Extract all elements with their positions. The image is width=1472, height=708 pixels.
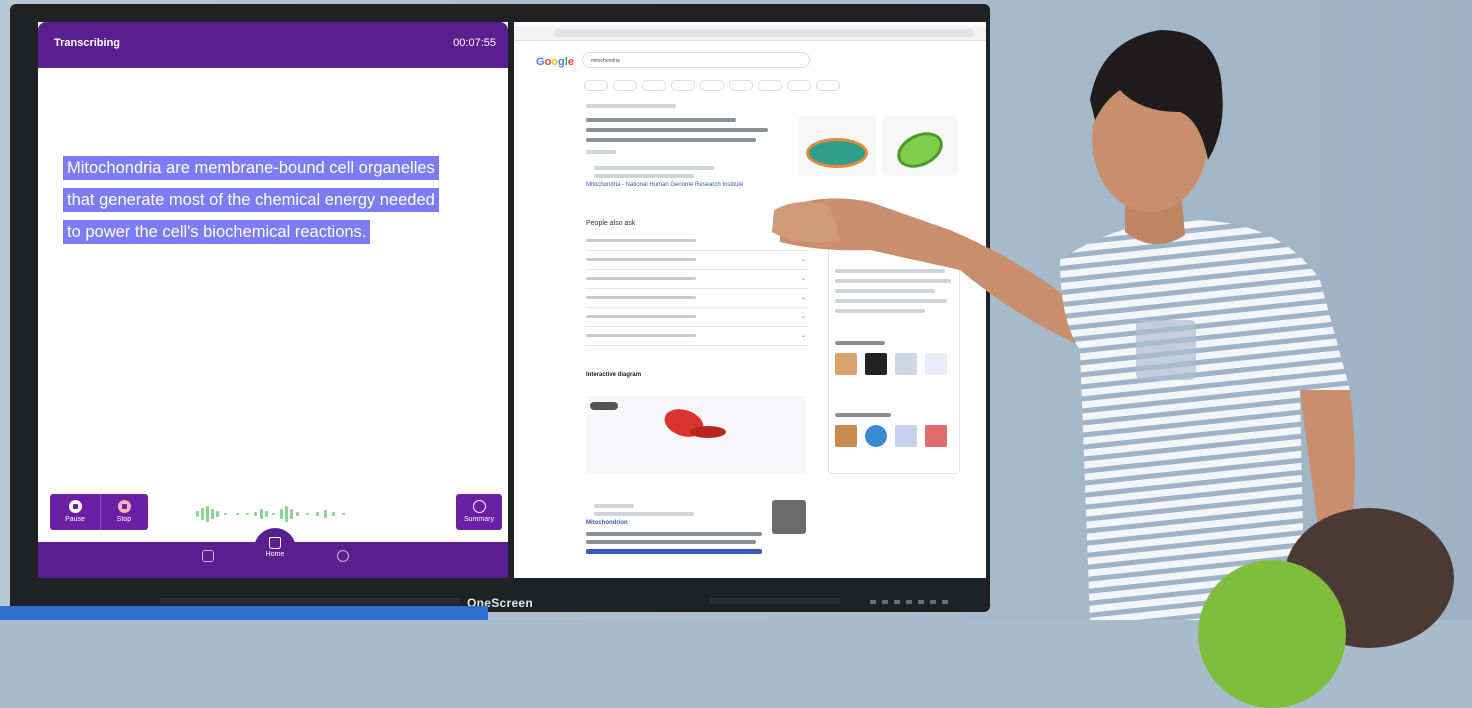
shirt-pocket [1136, 320, 1196, 380]
library-icon [202, 550, 214, 562]
transcript-line: that generate most of the chemical energ… [63, 188, 439, 212]
nav-item-home[interactable]: Home [250, 537, 300, 558]
source-line [594, 512, 694, 516]
teacher-hand [772, 201, 840, 243]
snippet-line [586, 128, 768, 132]
pause-label: Pause [65, 516, 85, 523]
app-header: Transcribing 00:07:55 [38, 22, 508, 68]
nav-item-library[interactable] [183, 550, 233, 564]
gear-icon [337, 550, 349, 562]
filter-chip[interactable] [700, 80, 724, 91]
filter-chip[interactable] [642, 80, 666, 91]
snippet-line [586, 540, 756, 544]
filter-chip[interactable] [613, 80, 637, 91]
red-blood-cell-model [690, 426, 726, 438]
interactive-diagram-heading: Interactive diagram [586, 372, 642, 378]
status-label: Transcribing [54, 37, 121, 49]
filter-chip[interactable] [729, 80, 753, 91]
source-line [594, 174, 694, 178]
transcript-line: to power the cell's biochemical reaction… [63, 220, 371, 244]
snippet-line [586, 118, 736, 122]
transcription-app: Transcribing 00:07:55 Mitochondria are m… [38, 22, 508, 578]
transcript-text: Mitochondria are membrane-bound cell org… [63, 152, 493, 248]
people-also-ask-heading: People also ask [586, 220, 636, 227]
stop-label: Stop [116, 516, 132, 523]
transcript-line: Mitochondria are membrane-bound cell org… [63, 156, 439, 180]
result-link-wikipedia[interactable]: Mitochondrion [586, 520, 628, 526]
summary-icon [472, 500, 486, 513]
google-logo[interactable]: Google [536, 56, 574, 68]
snippet-date [586, 150, 616, 154]
green-decoration [1198, 560, 1346, 708]
summary-button-content: Summary [456, 494, 502, 530]
elapsed-timer: 00:07:55 [453, 37, 496, 49]
audio-waveform [196, 506, 345, 522]
filter-chip[interactable] [671, 80, 695, 91]
source-line [594, 166, 714, 170]
result-link-nih[interactable]: Mitochondria - National Human Genome Res… [586, 182, 743, 188]
blue-decoration-bar [0, 606, 488, 620]
result-count-text [586, 104, 676, 108]
stop-icon [117, 500, 131, 513]
snippet-line [586, 138, 756, 142]
pause-icon [68, 500, 82, 513]
stop-button[interactable]: Stop [100, 494, 147, 530]
snippet-line [586, 532, 762, 536]
nav-item-settings[interactable] [318, 550, 368, 564]
summary-button[interactable]: Summary [456, 494, 502, 530]
filter-chip[interactable] [584, 80, 608, 91]
home-icon [269, 537, 281, 549]
summary-label: Summary [464, 516, 494, 523]
sitelinks-row[interactable] [586, 549, 762, 554]
nav-home-label: Home [265, 551, 285, 558]
diagram-tag [590, 402, 618, 410]
source-line [594, 504, 634, 508]
pause-button[interactable]: Pause [52, 494, 98, 530]
